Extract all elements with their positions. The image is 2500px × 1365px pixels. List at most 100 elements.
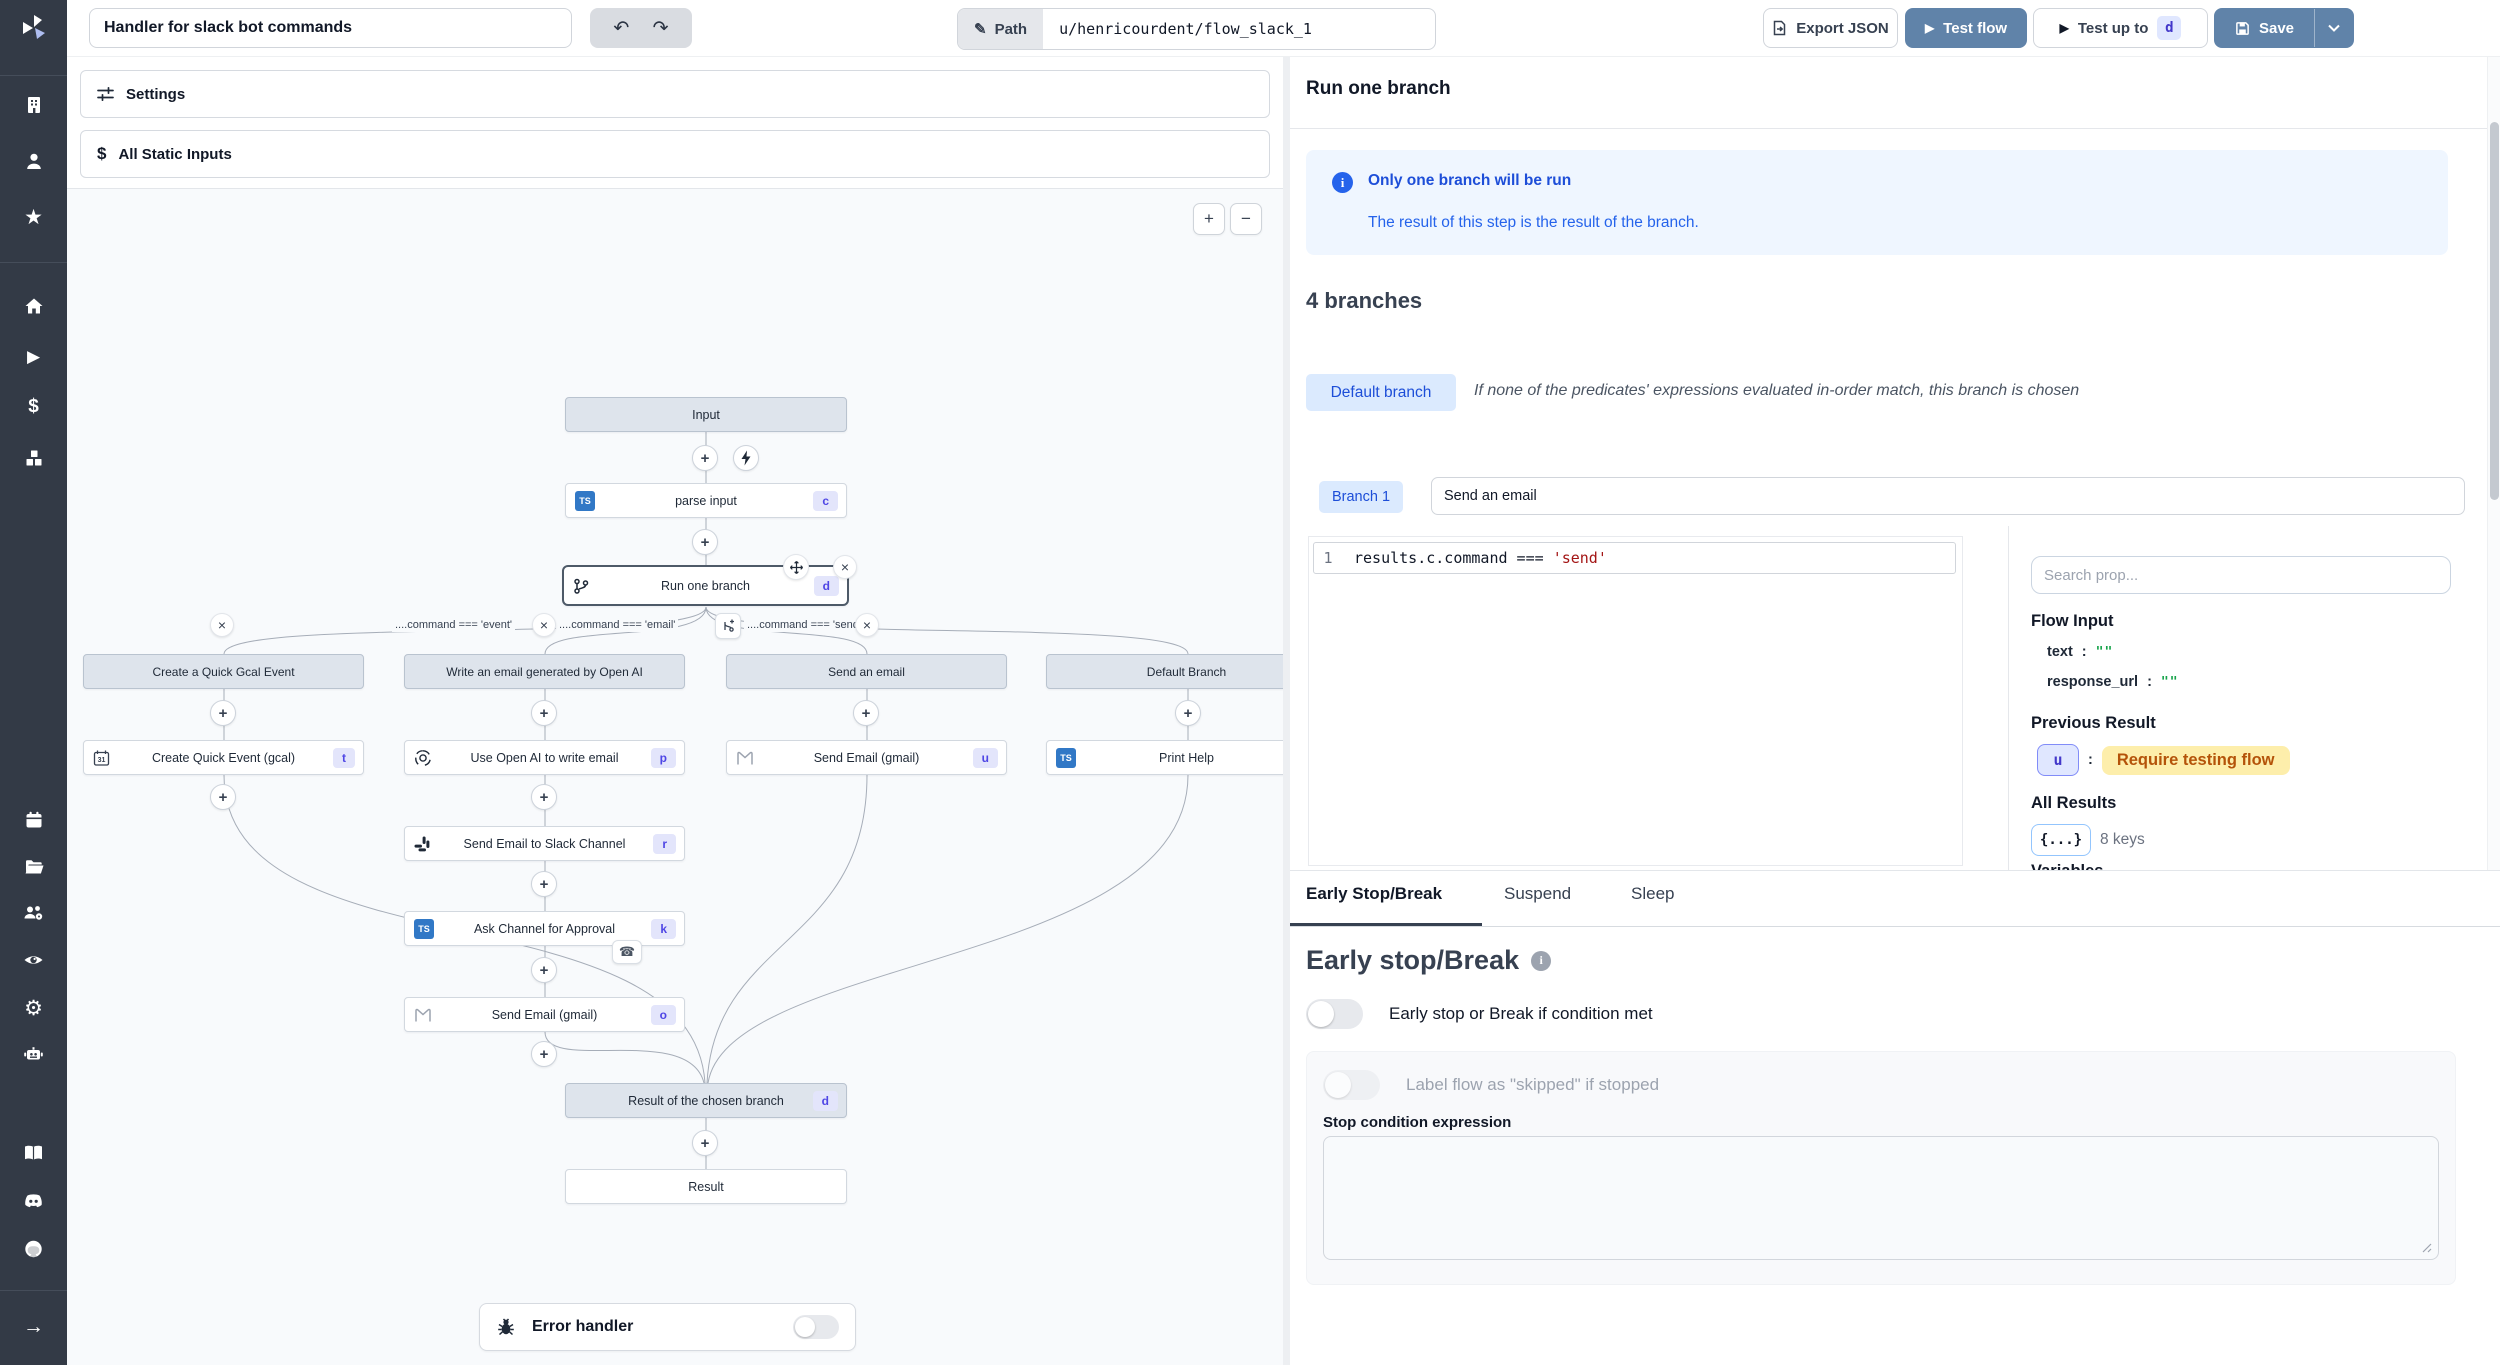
branch-1-name-input[interactable] bbox=[1431, 477, 2465, 515]
add-step-icon[interactable]: + bbox=[692, 529, 718, 555]
add-step-icon[interactable]: + bbox=[210, 700, 236, 726]
delete-step-icon[interactable]: × bbox=[833, 555, 857, 579]
add-step-icon[interactable]: + bbox=[531, 700, 557, 726]
tab-suspend[interactable]: Suspend bbox=[1504, 884, 1571, 904]
add-step-icon[interactable]: + bbox=[210, 784, 236, 810]
undo-redo-group: ↶ ↷ bbox=[590, 8, 692, 48]
collapse-arrow-icon[interactable]: → bbox=[0, 1307, 67, 1347]
default-branch-badge[interactable]: Default branch bbox=[1306, 374, 1456, 411]
chevron-down-icon bbox=[2327, 24, 2341, 33]
branch-label: Default Branch bbox=[1147, 665, 1226, 679]
add-step-icon[interactable]: + bbox=[531, 784, 557, 810]
favorites-star-icon[interactable]: ★ bbox=[0, 197, 67, 237]
panel-resizer[interactable] bbox=[1283, 56, 1290, 1365]
node-ask-channel-approval[interactable]: TS Ask Channel for Approval k bbox=[404, 911, 685, 946]
info-icon[interactable]: i bbox=[1531, 951, 1551, 971]
branch-header-email-ai[interactable]: Write an email generated by Open AI bbox=[404, 654, 685, 689]
step-u-badge[interactable]: u bbox=[2037, 744, 2079, 776]
docs-book-icon[interactable] bbox=[0, 1133, 67, 1173]
remove-branch-icon[interactable]: × bbox=[532, 613, 556, 637]
groups-users-icon[interactable] bbox=[0, 893, 67, 933]
add-branch-icon[interactable] bbox=[715, 613, 741, 639]
trigger-lightning-icon[interactable] bbox=[733, 445, 759, 471]
predicate-code-editor[interactable]: 1 results.c.command === 'send' bbox=[1308, 536, 1963, 866]
save-icon bbox=[2235, 21, 2250, 36]
save-label: Save bbox=[2259, 20, 2294, 37]
save-button[interactable]: Save bbox=[2215, 20, 2314, 37]
flow-title-input[interactable] bbox=[89, 8, 572, 48]
object-expand-badge[interactable]: {...} bbox=[2031, 824, 2091, 856]
resources-cubes-icon[interactable] bbox=[0, 438, 67, 478]
calendar-31-icon: 31 bbox=[93, 749, 110, 766]
node-send-email-slack[interactable]: Send Email to Slack Channel r bbox=[404, 826, 685, 861]
error-handler-toggle[interactable] bbox=[793, 1315, 839, 1339]
workspace-icon[interactable] bbox=[0, 85, 67, 125]
info-callout-body: The result of this step is the result of… bbox=[1368, 214, 1699, 232]
branch-header-gcal[interactable]: Create a Quick Gcal Event bbox=[83, 654, 364, 689]
add-step-icon[interactable]: + bbox=[692, 445, 718, 471]
export-json-button[interactable]: Export JSON bbox=[1763, 8, 1898, 48]
prop-row-response-url[interactable]: response_url:"" bbox=[2047, 674, 2179, 690]
path-field[interactable]: ✎ Path u/henricourdent/flow_slack_1 bbox=[957, 8, 1436, 50]
node-result-of-branch[interactable]: Result of the chosen branch d bbox=[565, 1083, 847, 1118]
stop-condition-textarea[interactable] bbox=[1323, 1136, 2439, 1260]
variables-dollar-icon[interactable]: $ bbox=[0, 387, 67, 427]
branch-header-send-email[interactable]: Send an email bbox=[726, 654, 1007, 689]
folders-icon[interactable] bbox=[0, 846, 67, 886]
discord-icon[interactable] bbox=[0, 1181, 67, 1221]
github-icon[interactable] bbox=[0, 1229, 67, 1269]
runs-play-icon[interactable]: ▶ bbox=[0, 337, 67, 377]
branch-header-default[interactable]: Default Branch bbox=[1046, 654, 1283, 689]
test-up-to-button[interactable]: ▶ Test up to d bbox=[2033, 8, 2208, 48]
node-send-email-gmail[interactable]: Send Email (gmail) u bbox=[726, 740, 1007, 775]
suspend-phone-icon[interactable]: ☎ bbox=[612, 940, 642, 964]
user-icon[interactable] bbox=[0, 141, 67, 181]
remove-branch-icon[interactable]: × bbox=[210, 613, 234, 637]
editor-current-line[interactable]: 1 results.c.command === 'send' bbox=[1313, 542, 1956, 574]
add-step-icon[interactable]: + bbox=[531, 957, 557, 983]
label-skipped-toggle[interactable] bbox=[1323, 1070, 1380, 1100]
topbar: ↶ ↷ ✎ Path u/henricourdent/flow_slack_1 … bbox=[67, 0, 2500, 57]
remove-branch-icon[interactable]: × bbox=[855, 613, 879, 637]
undo-icon[interactable]: ↶ bbox=[613, 19, 629, 38]
node-parse-input[interactable]: TS parse input c bbox=[565, 483, 847, 518]
redo-icon[interactable]: ↷ bbox=[653, 19, 669, 38]
scrollbar-thumb[interactable] bbox=[2490, 122, 2499, 500]
move-step-icon[interactable] bbox=[783, 554, 809, 580]
flow-input-heading: Flow Input bbox=[2031, 612, 2113, 631]
schedules-calendar-icon[interactable] bbox=[0, 800, 67, 840]
node-create-quick-event[interactable]: 31 Create Quick Event (gcal) t bbox=[83, 740, 364, 775]
tab-sleep[interactable]: Sleep bbox=[1631, 884, 1674, 904]
windmill-logo[interactable] bbox=[0, 0, 67, 56]
all-results-row: {...} 8 keys bbox=[2031, 824, 2145, 856]
settings-bar[interactable]: Settings bbox=[80, 70, 1270, 118]
zoom-in-button[interactable]: + bbox=[1193, 203, 1225, 235]
static-inputs-bar[interactable]: $ All Static Inputs bbox=[80, 130, 1270, 178]
search-prop-input[interactable] bbox=[2031, 556, 2451, 594]
node-print-help[interactable]: TS Print Help bbox=[1046, 740, 1283, 775]
home-icon[interactable] bbox=[0, 286, 67, 326]
path-value[interactable]: u/henricourdent/flow_slack_1 bbox=[1043, 9, 1435, 49]
add-step-icon[interactable]: + bbox=[531, 871, 557, 897]
settings-gear-icon[interactable]: ⚙ bbox=[0, 988, 67, 1028]
add-step-icon[interactable]: + bbox=[531, 1041, 557, 1067]
prop-row-text[interactable]: text:"" bbox=[2047, 644, 2113, 660]
zoom-out-button[interactable]: − bbox=[1230, 203, 1262, 235]
audit-eye-icon[interactable] bbox=[0, 940, 67, 980]
add-step-icon[interactable]: + bbox=[853, 700, 879, 726]
error-handler-bar[interactable]: Error handler bbox=[479, 1303, 856, 1351]
node-label: parse input bbox=[675, 494, 737, 508]
add-step-icon[interactable]: + bbox=[1175, 700, 1201, 726]
node-result[interactable]: Result bbox=[565, 1169, 847, 1204]
node-openai-write-email[interactable]: Use Open AI to write email p bbox=[404, 740, 685, 775]
node-input[interactable]: Input bbox=[565, 397, 847, 432]
add-step-icon[interactable]: + bbox=[692, 1130, 718, 1156]
scrollbar-track[interactable] bbox=[2487, 56, 2500, 870]
test-flow-button[interactable]: ▶ Test flow bbox=[1905, 8, 2027, 48]
workers-robot-icon[interactable] bbox=[0, 1034, 67, 1074]
branch-1-badge[interactable]: Branch 1 bbox=[1319, 481, 1403, 513]
tab-early-stop-break[interactable]: Early Stop/Break bbox=[1306, 884, 1442, 904]
node-send-email-gmail-2[interactable]: Send Email (gmail) o bbox=[404, 997, 685, 1032]
early-stop-toggle[interactable] bbox=[1306, 999, 1363, 1029]
save-dropdown-button[interactable] bbox=[2314, 9, 2353, 47]
